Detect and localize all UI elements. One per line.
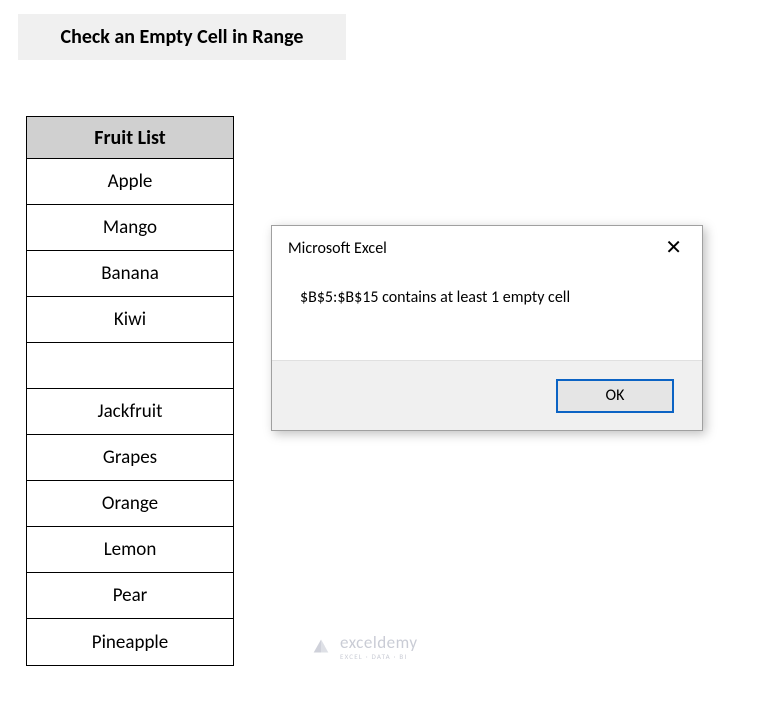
watermark: exceldemy EXCEL · DATA · BI (310, 634, 418, 660)
cell-text: Lemon (104, 538, 157, 561)
table-row: Kiwi (27, 297, 233, 343)
table-row: Jackfruit (27, 389, 233, 435)
table-row: Mango (27, 205, 233, 251)
dialog-message: $B$5:$B$15 contains at least 1 empty cel… (300, 288, 570, 307)
message-dialog: Microsoft Excel ✕ $B$5:$B$15 contains at… (271, 225, 703, 431)
cell-text: Apple (108, 170, 153, 193)
ok-button[interactable]: OK (556, 379, 674, 413)
brand-icon (310, 636, 332, 658)
cell-text: Pineapple (92, 631, 169, 654)
fruit-table: Fruit List Apple Mango Banana Kiwi Jackf… (26, 116, 234, 666)
table-header-text: Fruit List (94, 126, 165, 150)
page-title-text: Check an Empty Cell in Range (61, 25, 304, 49)
dialog-footer: OK (272, 360, 702, 430)
dialog-header: Microsoft Excel ✕ (272, 226, 702, 270)
brand-tagline: EXCEL · DATA · BI (340, 653, 418, 660)
cell-text: Kiwi (114, 308, 146, 331)
cell-text: Jackfruit (98, 400, 163, 423)
dialog-body: $B$5:$B$15 contains at least 1 empty cel… (272, 270, 702, 360)
dialog-title: Microsoft Excel (288, 239, 387, 258)
table-row (27, 343, 233, 389)
table-row: Orange (27, 481, 233, 527)
cell-text: Banana (101, 262, 159, 285)
cell-text: Grapes (103, 446, 157, 469)
table-header: Fruit List (27, 117, 233, 159)
page-title: Check an Empty Cell in Range (18, 14, 346, 60)
table-row: Apple (27, 159, 233, 205)
brand-text: exceldemy EXCEL · DATA · BI (340, 634, 418, 660)
cell-text: Orange (102, 492, 158, 515)
table-row: Lemon (27, 527, 233, 573)
close-icon[interactable]: ✕ (657, 234, 690, 262)
cell-text: Pear (113, 584, 148, 607)
table-row: Grapes (27, 435, 233, 481)
ok-button-label: OK (606, 386, 625, 405)
cell-text: Mango (103, 216, 157, 239)
table-row: Banana (27, 251, 233, 297)
table-row: Pineapple (27, 619, 233, 665)
table-row: Pear (27, 573, 233, 619)
brand-name: exceldemy (340, 634, 418, 651)
